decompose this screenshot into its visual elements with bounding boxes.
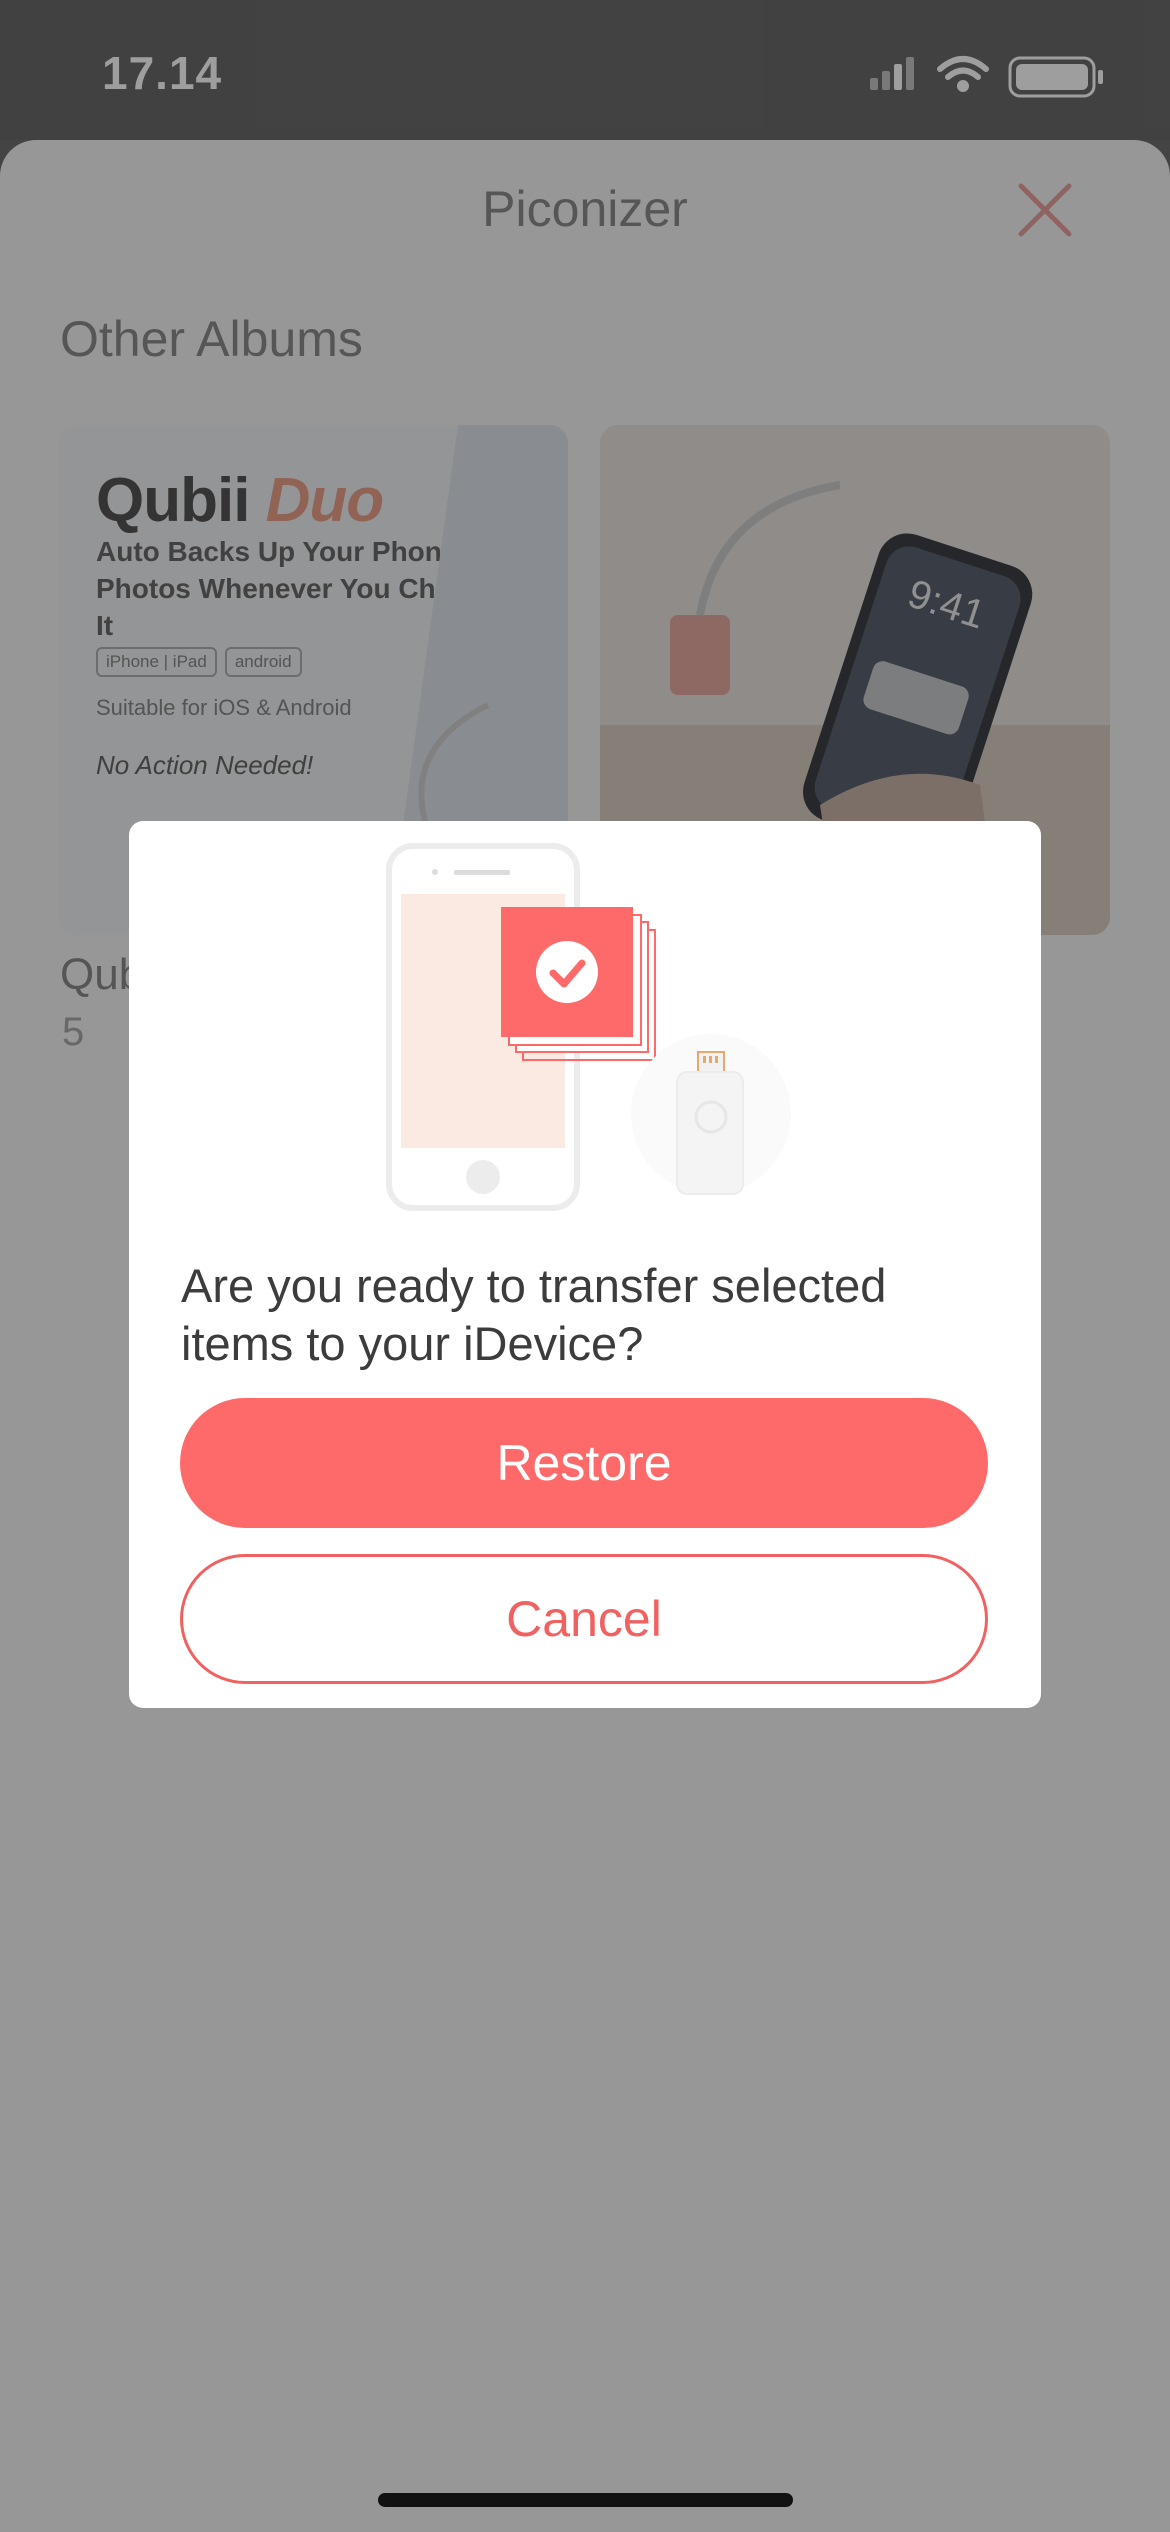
transfer-illustration [386,843,791,1211]
restore-dialog: Are you ready to transfer selected items… [129,821,1041,1708]
home-indicator[interactable] [378,2493,793,2507]
photo-stack-check-icon [501,907,656,1061]
cancel-button[interactable]: Cancel [180,1554,988,1684]
dialog-message: Are you ready to transfer selected items… [181,1259,887,1370]
restore-button[interactable]: Restore [180,1398,988,1528]
lightning-drive-icon [631,1034,791,1195]
